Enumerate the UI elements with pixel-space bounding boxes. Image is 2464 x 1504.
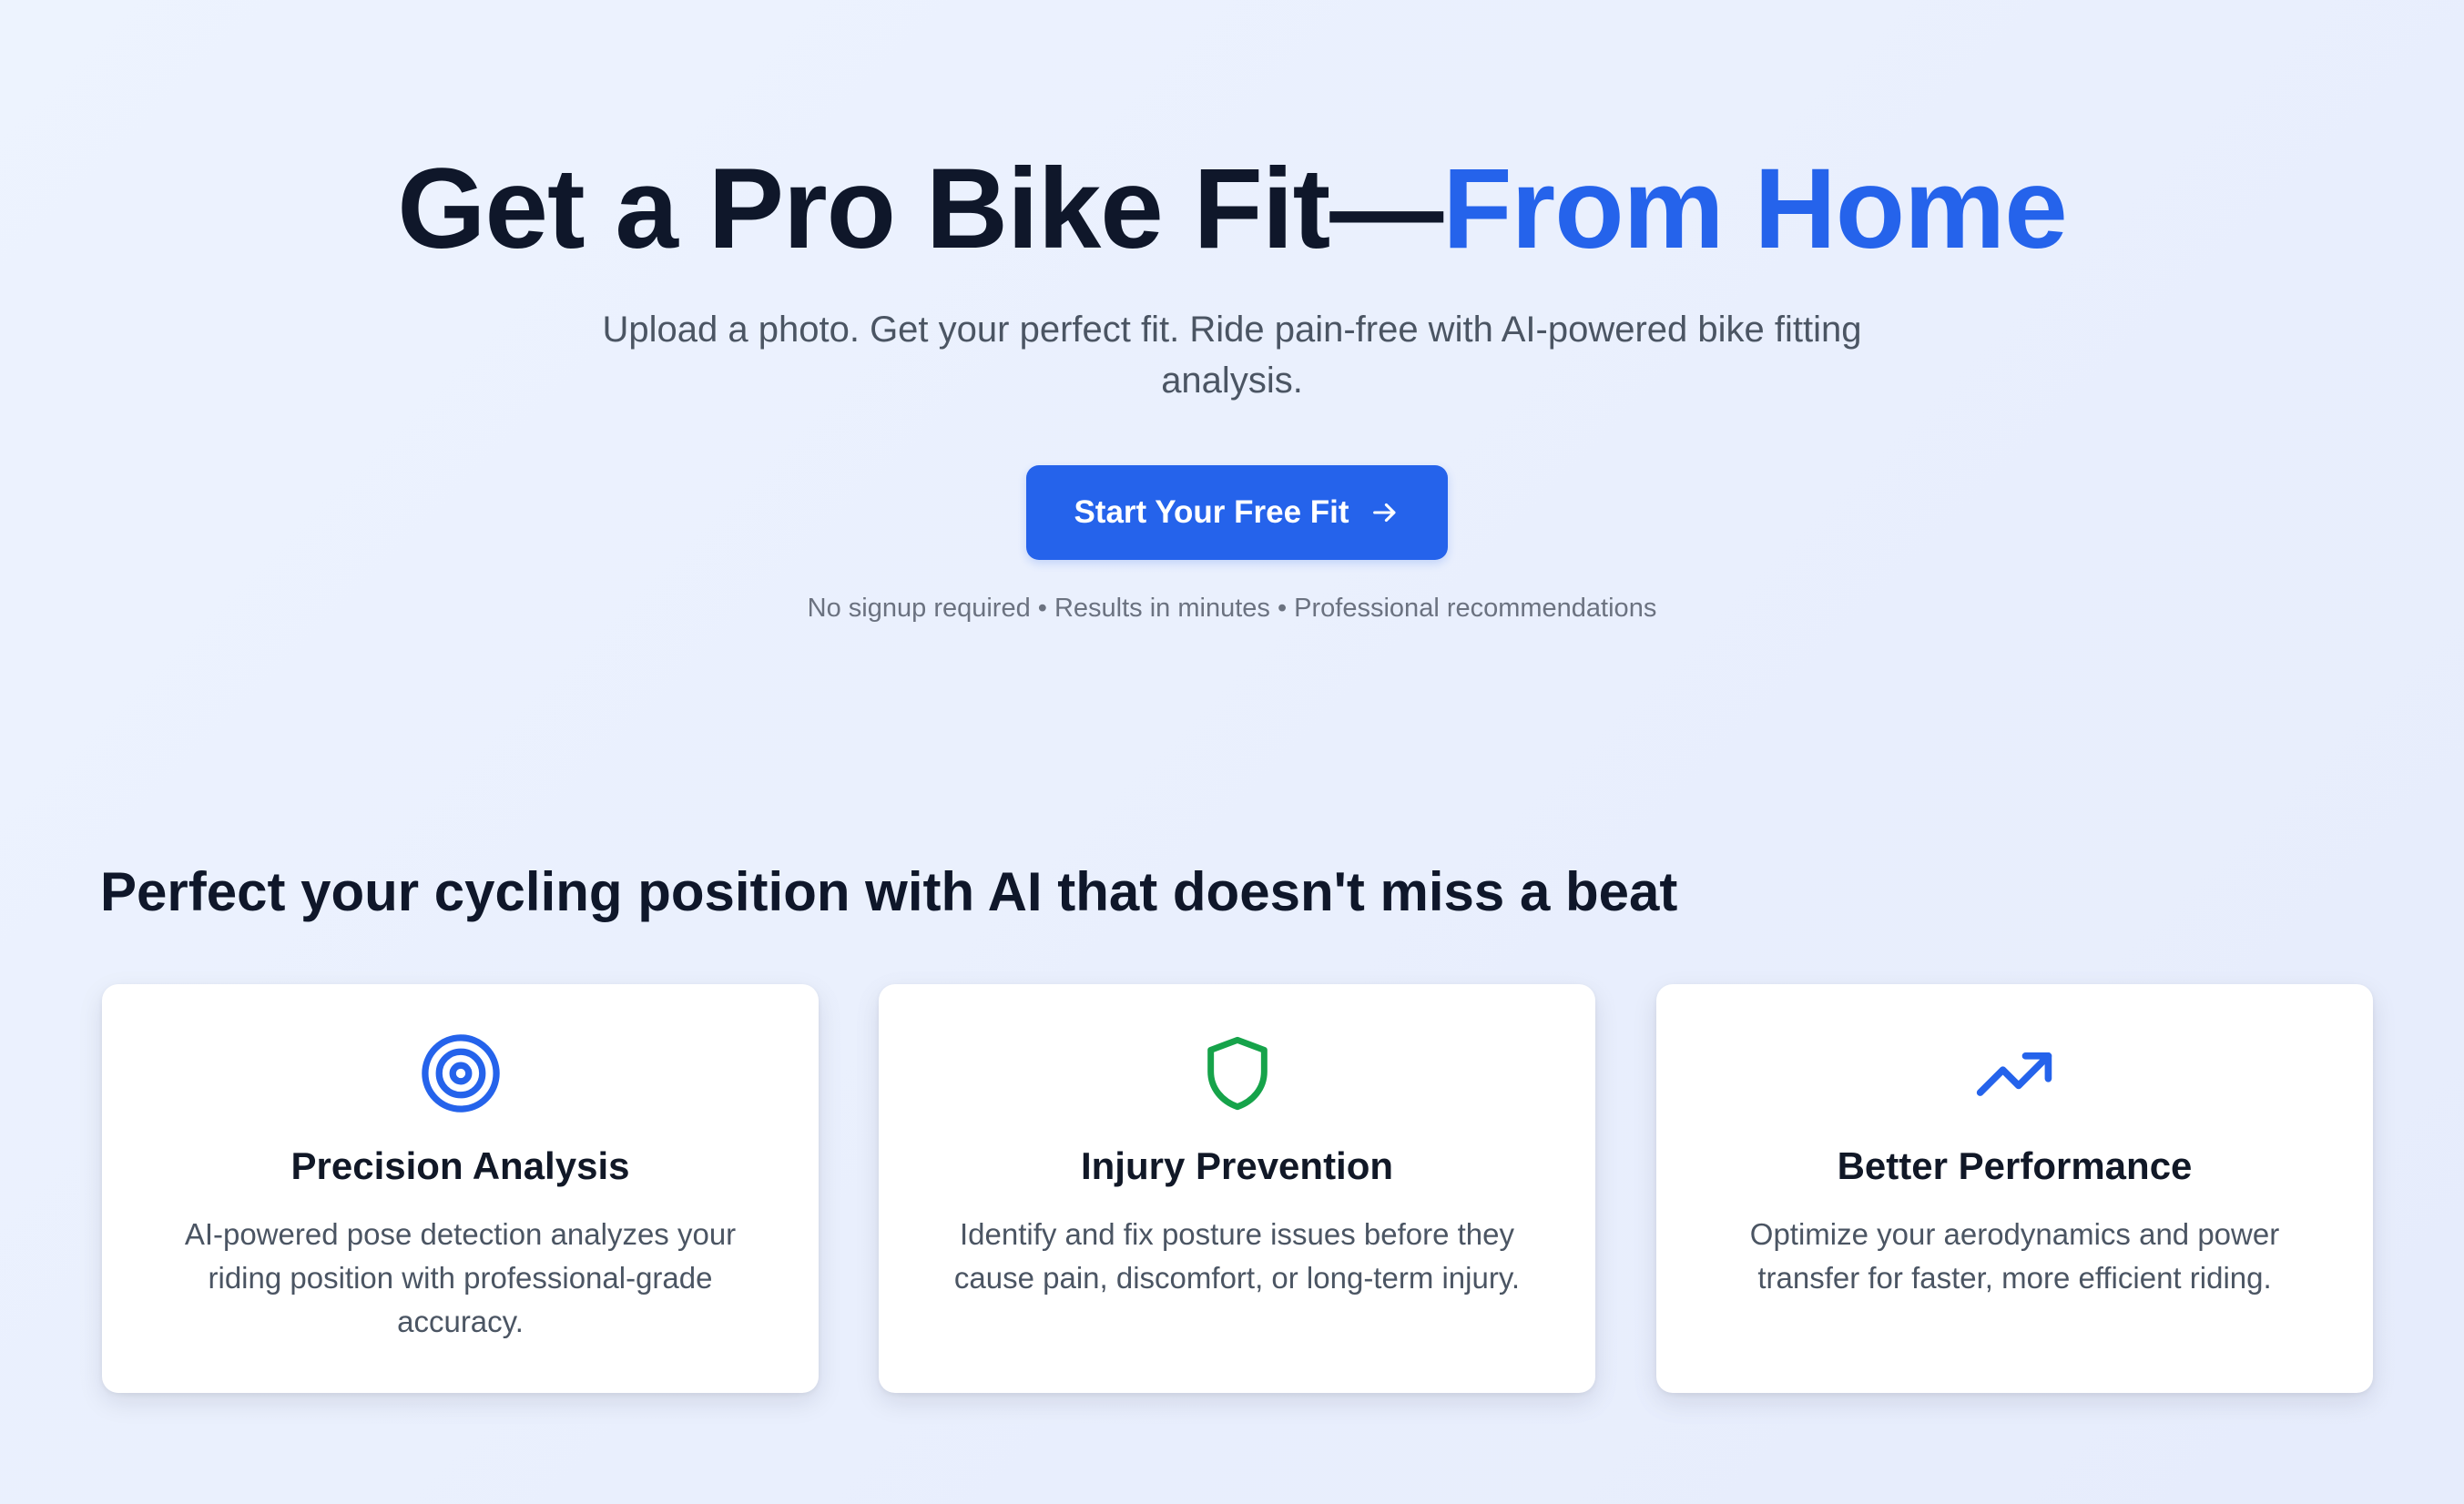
- start-free-fit-button[interactable]: Start Your Free Fit: [1026, 465, 1448, 560]
- card-icon-wrapper: [1656, 1031, 2373, 1115]
- feature-card-better-performance: Better Performance Optimize your aerodyn…: [1656, 984, 2373, 1393]
- card-description: Identify and fix posture issues before t…: [953, 1217, 1521, 1295]
- target-icon: [421, 1034, 500, 1113]
- card-title: Injury Prevention: [1080, 1144, 1394, 1187]
- hero-subtitle: Upload a photo. Get your perfect fit. Ri…: [602, 310, 1862, 401]
- card-icon-wrapper: [102, 1031, 819, 1115]
- hero-title-accent: From Home: [1442, 146, 2068, 272]
- features-heading: Perfect your cycling position with AI th…: [100, 861, 1678, 922]
- feature-card-injury-prevention: Injury Prevention Identify and fix postu…: [879, 984, 1595, 1393]
- hero-title-main: Get a Pro Bike Fit—: [397, 146, 1443, 272]
- trending-up-icon: [1976, 1052, 2052, 1096]
- hero-title: Get a Pro Bike Fit—From Home: [0, 137, 2464, 282]
- cta-label: Start Your Free Fit: [1074, 494, 1349, 530]
- card-description: AI-powered pose detection analyzes your …: [184, 1217, 737, 1338]
- card-description: Optimize your aerodynamics and power tra…: [1749, 1217, 2280, 1295]
- arrow-right-icon: [1372, 503, 1396, 523]
- card-icon-wrapper: [879, 1031, 1595, 1115]
- card-title: Precision Analysis: [290, 1144, 630, 1187]
- shield-icon: [1207, 1036, 1268, 1111]
- feature-card-precision-analysis: Precision Analysis AI-powered pose detec…: [102, 984, 819, 1393]
- card-title: Better Performance: [1837, 1144, 2193, 1187]
- hero-note: No signup required • Results in minutes …: [807, 594, 1657, 623]
